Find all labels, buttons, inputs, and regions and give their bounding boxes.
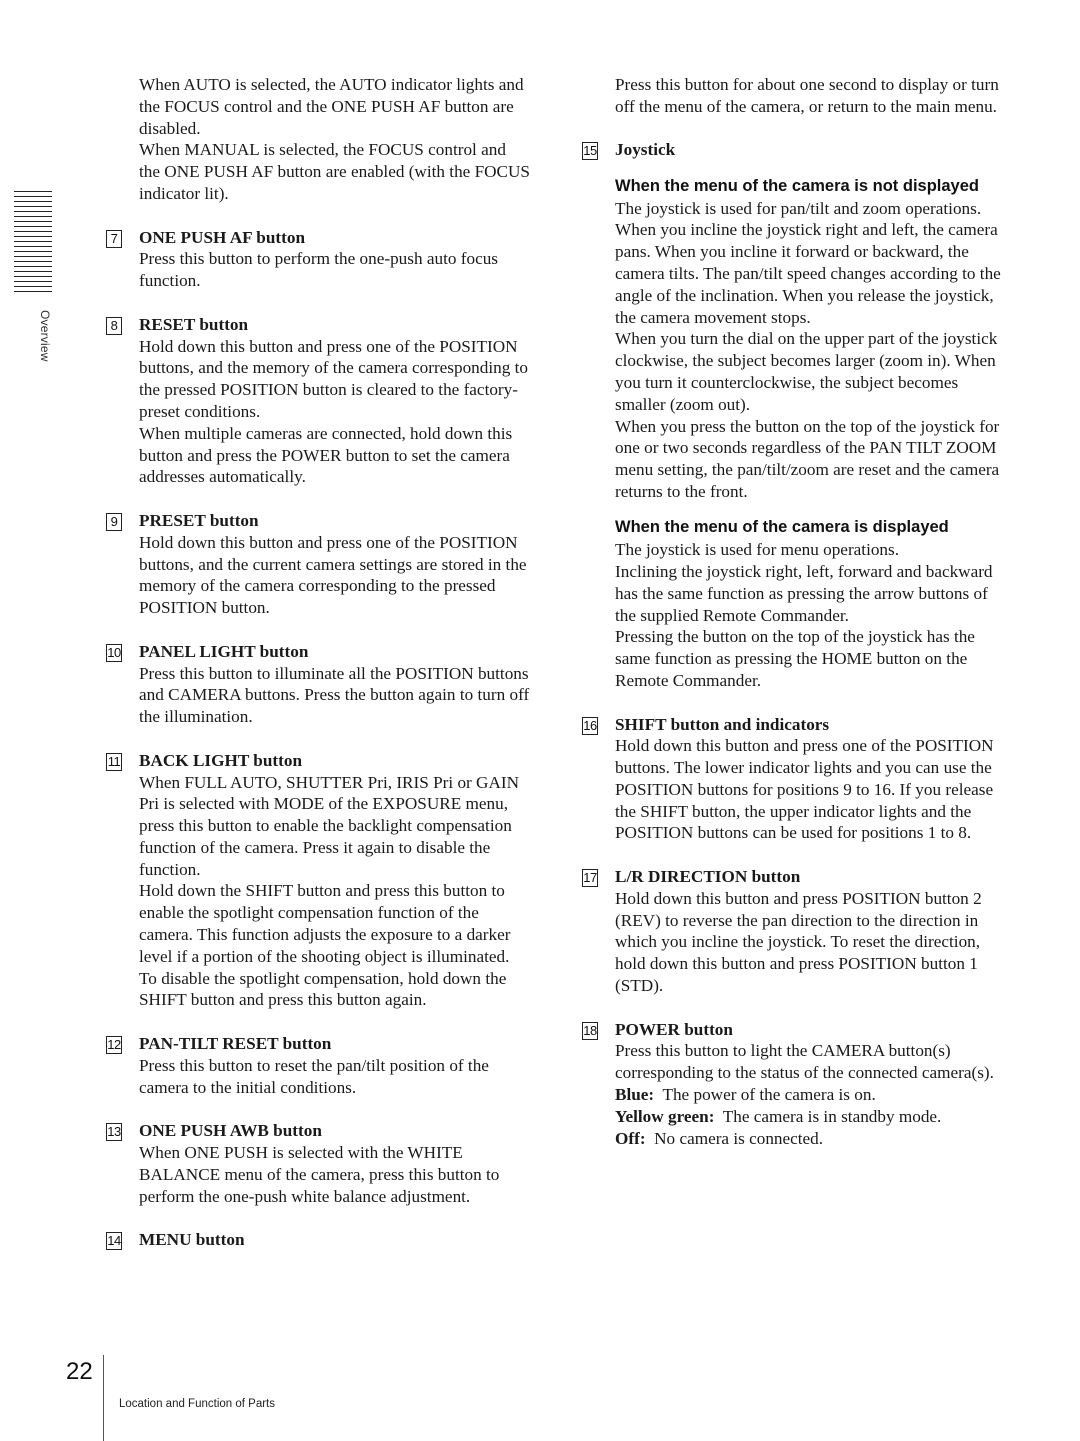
item-title: RESET button xyxy=(139,314,249,334)
item-paragraph: The joystick is used for menu operations… xyxy=(615,540,900,560)
item-number-badge: 10 xyxy=(106,643,122,662)
intro-paragraph: When MANUAL is selected, the FOCUS contr… xyxy=(139,140,530,203)
state-label: Off: xyxy=(615,1128,646,1148)
intro-paragraph: When AUTO is selected, the AUTO indicato… xyxy=(139,75,524,138)
item-lr-direction: 17 L/R DIRECTION button Hold down this b… xyxy=(582,866,1007,997)
item-number-badge: 9 xyxy=(106,512,122,531)
item-paragraph: Hold down this button and press one of t… xyxy=(139,532,527,618)
item-paragraph: Hold down the SHIFT button and press thi… xyxy=(139,881,511,966)
power-state-yellow-green: Yellow green: The camera is in standby m… xyxy=(615,1106,1007,1128)
item-menu: 14 MENU button xyxy=(106,1229,531,1251)
footer-section-title: Location and Function of Parts xyxy=(119,1398,275,1410)
item-paragraph: Press this button to perform the one-pus… xyxy=(139,249,498,291)
item-title: ONE PUSH AWB button xyxy=(139,1121,322,1141)
item-paragraph: Press this button to light the CAMERA bu… xyxy=(615,1041,994,1083)
item-power: 18 POWER button Press this button to lig… xyxy=(582,1019,1007,1150)
subheading-menu-displayed: When the menu of the camera is displayed xyxy=(615,518,949,537)
item-title: ONE PUSH AF button xyxy=(139,227,306,247)
item-paragraph: Hold down this button and press one of t… xyxy=(139,336,528,421)
state-label: Blue: xyxy=(615,1085,655,1105)
item-number-badge: 8 xyxy=(106,316,122,335)
item-title: Joystick xyxy=(615,140,676,160)
item-paragraph: Inclining the joystick right, left, forw… xyxy=(615,561,993,625)
item-joystick: 15 Joystick When the menu of the camera … xyxy=(582,139,1007,691)
item-paragraph: The joystick is used for pan/tilt and zo… xyxy=(615,198,982,218)
item-paragraph: To disable the spotlight compensation, h… xyxy=(139,968,507,1010)
item-number-badge: 11 xyxy=(106,752,122,771)
right-column: Press this button for about one second t… xyxy=(582,74,1007,1150)
state-text: The camera is in standby mode. xyxy=(722,1106,942,1126)
item-paragraph: When multiple cameras are connected, hol… xyxy=(139,423,513,487)
power-state-off: Off: No camera is connected. xyxy=(615,1128,1007,1150)
item-paragraph: Hold down this button and press POSITION… xyxy=(615,888,982,996)
item-number-badge: 15 xyxy=(582,142,598,161)
item-number-badge: 14 xyxy=(106,1232,122,1251)
item-title: MENU button xyxy=(139,1230,245,1250)
left-column: When AUTO is selected, the AUTO indicato… xyxy=(106,74,531,1251)
menu-button-continued-paragraph: Press this button for about one second t… xyxy=(615,75,999,116)
state-text: The power of the camera is on. xyxy=(662,1085,876,1105)
item-back-light: 11 BACK LIGHT button When FULL AUTO, SHU… xyxy=(106,750,531,1012)
item-paragraph: When ONE PUSH is selected with the WHITE… xyxy=(139,1143,500,1206)
state-text: No camera is connected. xyxy=(654,1128,824,1148)
item-number-badge: 7 xyxy=(106,229,122,248)
item-paragraph: When FULL AUTO, SHUTTER Pri, IRIS Pri or… xyxy=(139,772,520,879)
item-one-push-af: 7 ONE PUSH AF button Press this button t… xyxy=(106,227,531,292)
section-side-label: Overview xyxy=(38,310,52,362)
item-number-badge: 18 xyxy=(582,1021,598,1040)
footer-divider xyxy=(103,1355,104,1441)
item-paragraph: When you press the button on the top of … xyxy=(615,416,1000,501)
section-thumb-index-marker xyxy=(14,191,52,294)
item-title: PANEL LIGHT button xyxy=(139,641,309,661)
item-title: POWER button xyxy=(615,1019,733,1039)
item-paragraph: When you incline the joystick right and … xyxy=(615,220,1001,327)
page-number: 22 xyxy=(66,1358,93,1385)
item-paragraph: Pressing the button on the top of the jo… xyxy=(615,627,975,690)
item-reset: 8 RESET button Hold down this button and… xyxy=(106,314,531,488)
item-title: PAN-TILT RESET button xyxy=(139,1034,332,1054)
item-title: SHIFT button and indicators xyxy=(615,714,830,734)
subheading-menu-not-displayed: When the menu of the camera is not displ… xyxy=(615,176,979,195)
item-number-badge: 13 xyxy=(106,1123,122,1142)
state-label: Yellow green: xyxy=(615,1106,715,1126)
item-paragraph: When you turn the dial on the upper part… xyxy=(615,329,998,414)
item-paragraph: Press this button to reset the pan/tilt … xyxy=(139,1055,489,1097)
item-panel-light: 10 PANEL LIGHT button Press this button … xyxy=(106,641,531,728)
item-shift: 16 SHIFT button and indicators Hold down… xyxy=(582,714,1007,845)
item-paragraph: Press this button to illuminate all the … xyxy=(139,663,530,727)
item-number-badge: 16 xyxy=(582,716,598,735)
item-title: PRESET button xyxy=(139,510,259,530)
item-number-badge: 17 xyxy=(582,869,598,888)
item-preset: 9 PRESET button Hold down this button an… xyxy=(106,510,531,619)
item-pan-tilt-reset: 12 PAN-TILT RESET button Press this butt… xyxy=(106,1033,531,1098)
item-one-push-awb: 13 ONE PUSH AWB button When ONE PUSH is … xyxy=(106,1120,531,1207)
item-paragraph: Hold down this button and press one of t… xyxy=(615,736,994,843)
power-state-blue: Blue: The power of the camera is on. xyxy=(615,1084,1007,1106)
item-title: BACK LIGHT button xyxy=(139,750,303,770)
item-number-badge: 12 xyxy=(106,1036,122,1055)
item-title: L/R DIRECTION button xyxy=(615,867,801,887)
